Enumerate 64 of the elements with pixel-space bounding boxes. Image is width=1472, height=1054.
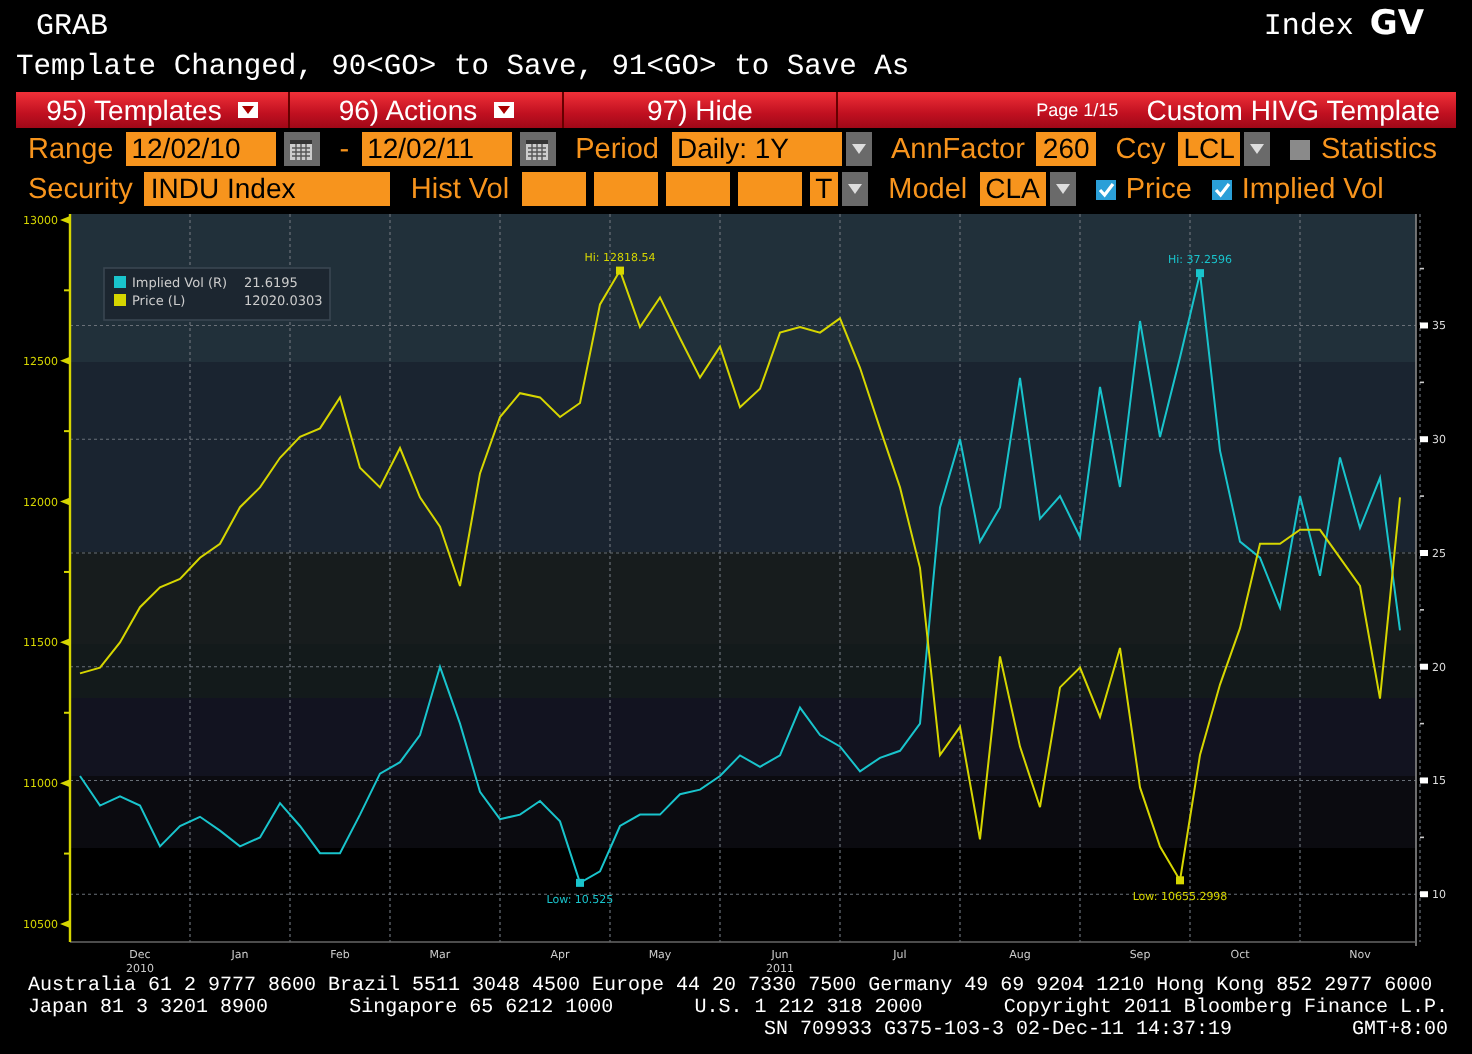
right-axis-tick bbox=[1420, 777, 1428, 784]
field-label: Hist Vol bbox=[410, 173, 510, 205]
menu-button[interactable]: 97) Hide bbox=[564, 92, 838, 128]
caret-icon bbox=[1250, 144, 1265, 154]
footer-text: GMT+8:00 bbox=[1351, 1020, 1448, 1042]
footer-text: Japan 81 3 3201 8900 bbox=[28, 998, 269, 1020]
status-message: Template Changed, 90<GO> to Save, 91<GO> to Save As bbox=[14, 50, 912, 88]
footer-text: U.S. 1 212 318 2000 bbox=[694, 998, 923, 1020]
data-marker bbox=[1176, 876, 1184, 885]
date-field[interactable]: 12/02/11 bbox=[361, 132, 512, 166]
right-axis-tick bbox=[1420, 891, 1428, 898]
footer-text: SN 709933 G375-103-3 02-Dec-11 14:37:19 bbox=[763, 1020, 1232, 1042]
footer-text: Copyright 2011 Bloomberg Finance L.P. bbox=[1003, 998, 1448, 1020]
footer-text: Singapore 65 6212 1000 bbox=[349, 998, 614, 1020]
range-separator: - bbox=[339, 133, 350, 165]
caret-icon bbox=[848, 184, 863, 194]
right-axis-tick bbox=[1420, 549, 1428, 556]
security-type: Index bbox=[1263, 10, 1354, 44]
right-axis-tick bbox=[1420, 322, 1428, 329]
dropdown-field[interactable]: Daily: 1Y bbox=[671, 132, 841, 166]
page-indicator: Page 1/15 bbox=[1036, 100, 1119, 120]
field-label: Security bbox=[28, 173, 133, 205]
dropdown-field[interactable]: LCL bbox=[1177, 132, 1241, 166]
caret-icon bbox=[1055, 184, 1070, 194]
field-label: AnnFactor bbox=[891, 133, 1025, 165]
data-marker bbox=[1196, 269, 1204, 278]
input-field[interactable] bbox=[521, 172, 586, 206]
right-axis-tick bbox=[1420, 663, 1428, 670]
calendar-icon bbox=[290, 139, 313, 159]
data-marker bbox=[616, 266, 624, 275]
checkbox[interactable] bbox=[1290, 139, 1311, 159]
template-name: Custom HIVG Template bbox=[1146, 94, 1440, 126]
screen-name: GRAB bbox=[36, 10, 109, 44]
dropdown-button[interactable] bbox=[845, 132, 871, 166]
dropdown-field[interactable]: CLA bbox=[979, 172, 1046, 206]
checkbox-label: Statistics bbox=[1320, 133, 1437, 165]
calendar-icon bbox=[526, 139, 549, 159]
input-field[interactable] bbox=[737, 172, 802, 206]
footer-text: Australia 61 2 9777 8600 Brazil 5511 3048 4500 Europe 44 20 7330 7500 Germany 49 69 9204 1210 Hong Kong 852 2977 6000 bbox=[28, 976, 1433, 998]
data-marker bbox=[576, 878, 584, 887]
field-label: Range bbox=[28, 133, 114, 165]
dropdown-field[interactable]: T bbox=[809, 172, 839, 206]
field-label: Period bbox=[575, 133, 659, 165]
date-field[interactable]: 12/02/10 bbox=[125, 132, 276, 166]
input-field[interactable] bbox=[593, 172, 658, 206]
checkbox[interactable] bbox=[1095, 179, 1116, 199]
menu-button[interactable]: 95) Templates bbox=[16, 92, 290, 128]
dropdown-button[interactable] bbox=[1049, 172, 1076, 206]
checkbox-label: Implied Vol bbox=[1241, 173, 1384, 205]
dropdown-button[interactable] bbox=[842, 172, 869, 206]
input-field[interactable]: INDU Index bbox=[144, 172, 391, 206]
field-label: Ccy bbox=[1115, 133, 1166, 165]
checkbox[interactable] bbox=[1211, 179, 1232, 199]
calendar-button[interactable] bbox=[519, 132, 556, 166]
input-field[interactable] bbox=[665, 172, 730, 206]
function-code: GV bbox=[1369, 4, 1424, 44]
field-label: Model bbox=[888, 173, 968, 205]
dropdown-button[interactable] bbox=[1244, 132, 1271, 166]
menu-button[interactable]: 96) Actions bbox=[290, 92, 564, 128]
right-axis-tick bbox=[1420, 436, 1428, 443]
input-field[interactable]: 260 bbox=[1036, 132, 1096, 166]
calendar-button[interactable] bbox=[283, 132, 320, 166]
caret-icon bbox=[851, 144, 865, 154]
checkbox-label: Price bbox=[1125, 173, 1192, 205]
